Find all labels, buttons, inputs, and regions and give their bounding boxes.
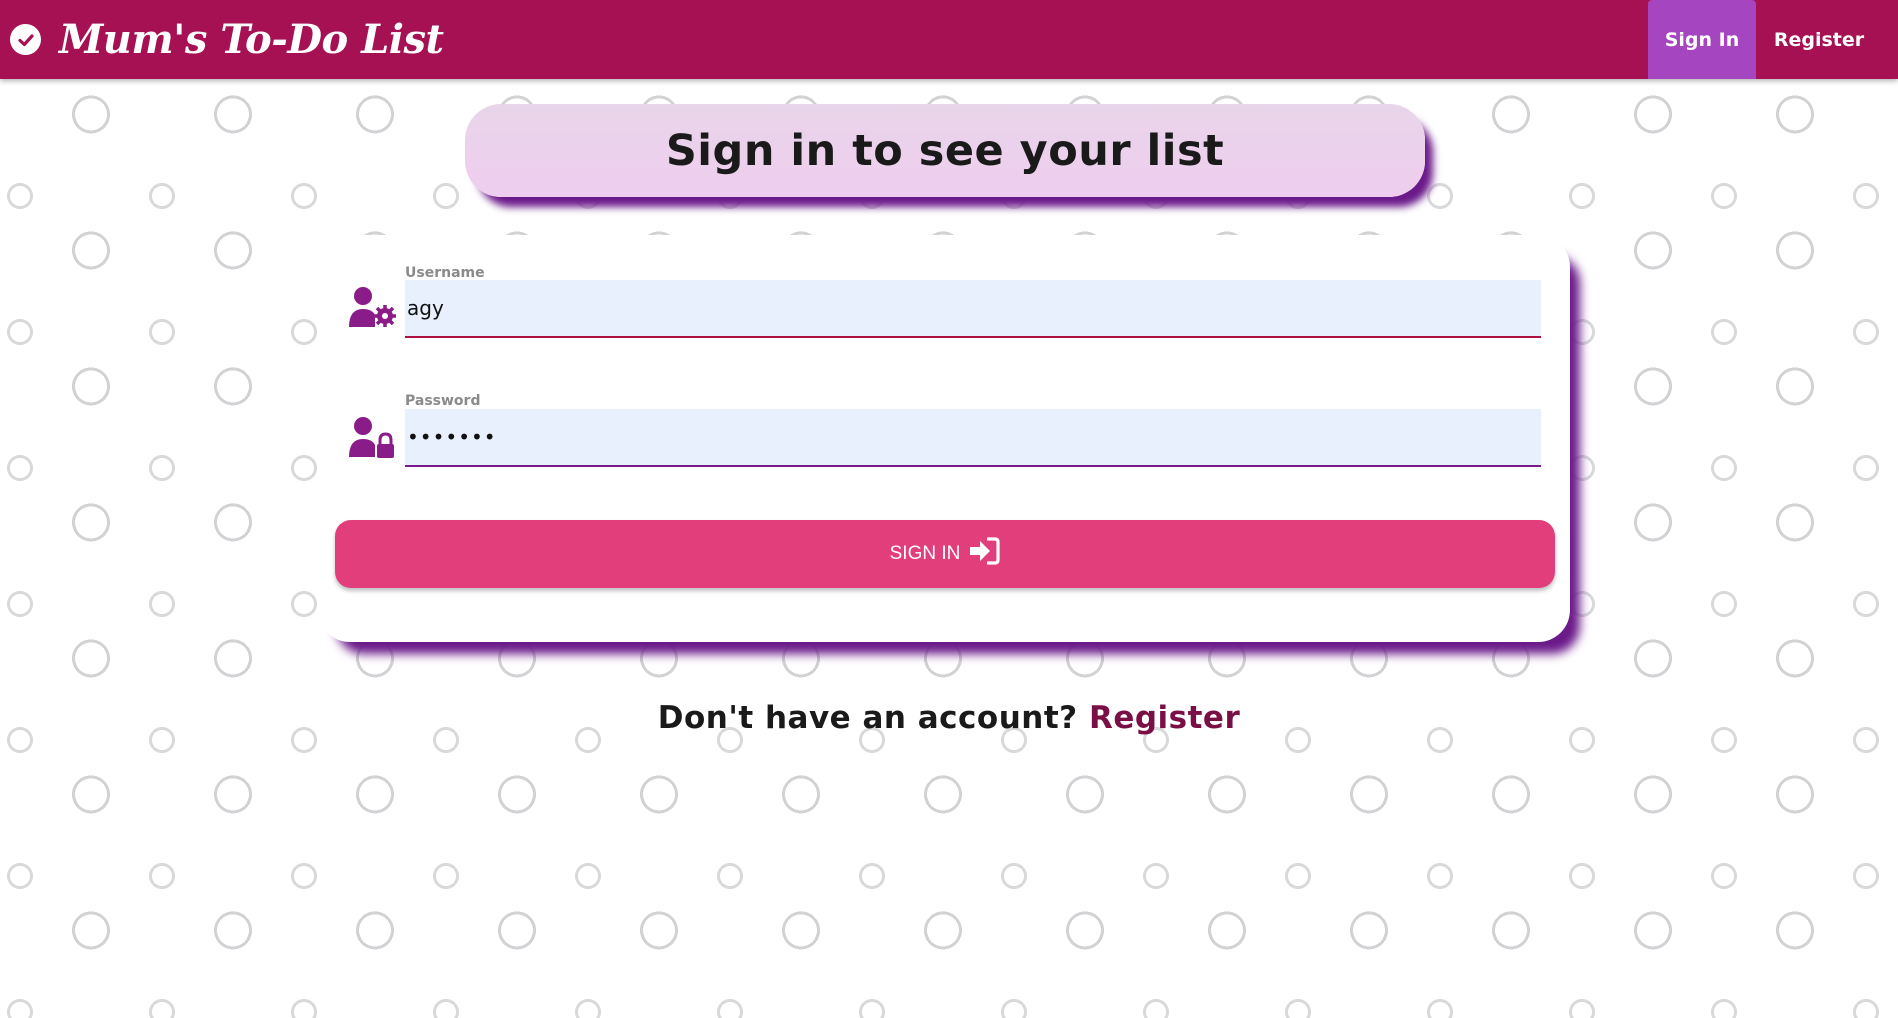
sign-in-button[interactable]: SIGN IN xyxy=(335,520,1555,588)
user-gear-icon xyxy=(348,285,398,329)
top-navbar: Mum's To-Do List Sign In Register xyxy=(0,0,1898,79)
page-title-banner: Sign in to see your list xyxy=(465,104,1425,197)
username-input[interactable] xyxy=(405,280,1541,338)
register-prompt: Don't have an account? Register xyxy=(0,700,1898,736)
username-label: Username xyxy=(405,265,485,281)
nav-sign-in-link[interactable]: Sign In xyxy=(1648,0,1756,79)
sign-in-button-label: SIGN IN xyxy=(889,543,961,564)
nav-links: Sign In Register xyxy=(1648,0,1898,79)
brand-title: Mum's To-Do List xyxy=(59,16,444,63)
sign-in-card: Username Password SIGN IN xyxy=(318,235,1570,642)
sign-in-arrow-icon xyxy=(968,537,1000,571)
check-circle-icon xyxy=(10,24,41,55)
password-input[interactable] xyxy=(405,409,1541,467)
user-lock-icon xyxy=(348,415,398,459)
brand[interactable]: Mum's To-Do List xyxy=(10,0,444,79)
password-label: Password xyxy=(405,393,481,409)
nav-register-link[interactable]: Register xyxy=(1764,0,1874,79)
register-prompt-text: Don't have an account? xyxy=(657,700,1078,736)
register-link[interactable]: Register xyxy=(1089,700,1240,736)
page-title: Sign in to see your list xyxy=(665,125,1225,176)
